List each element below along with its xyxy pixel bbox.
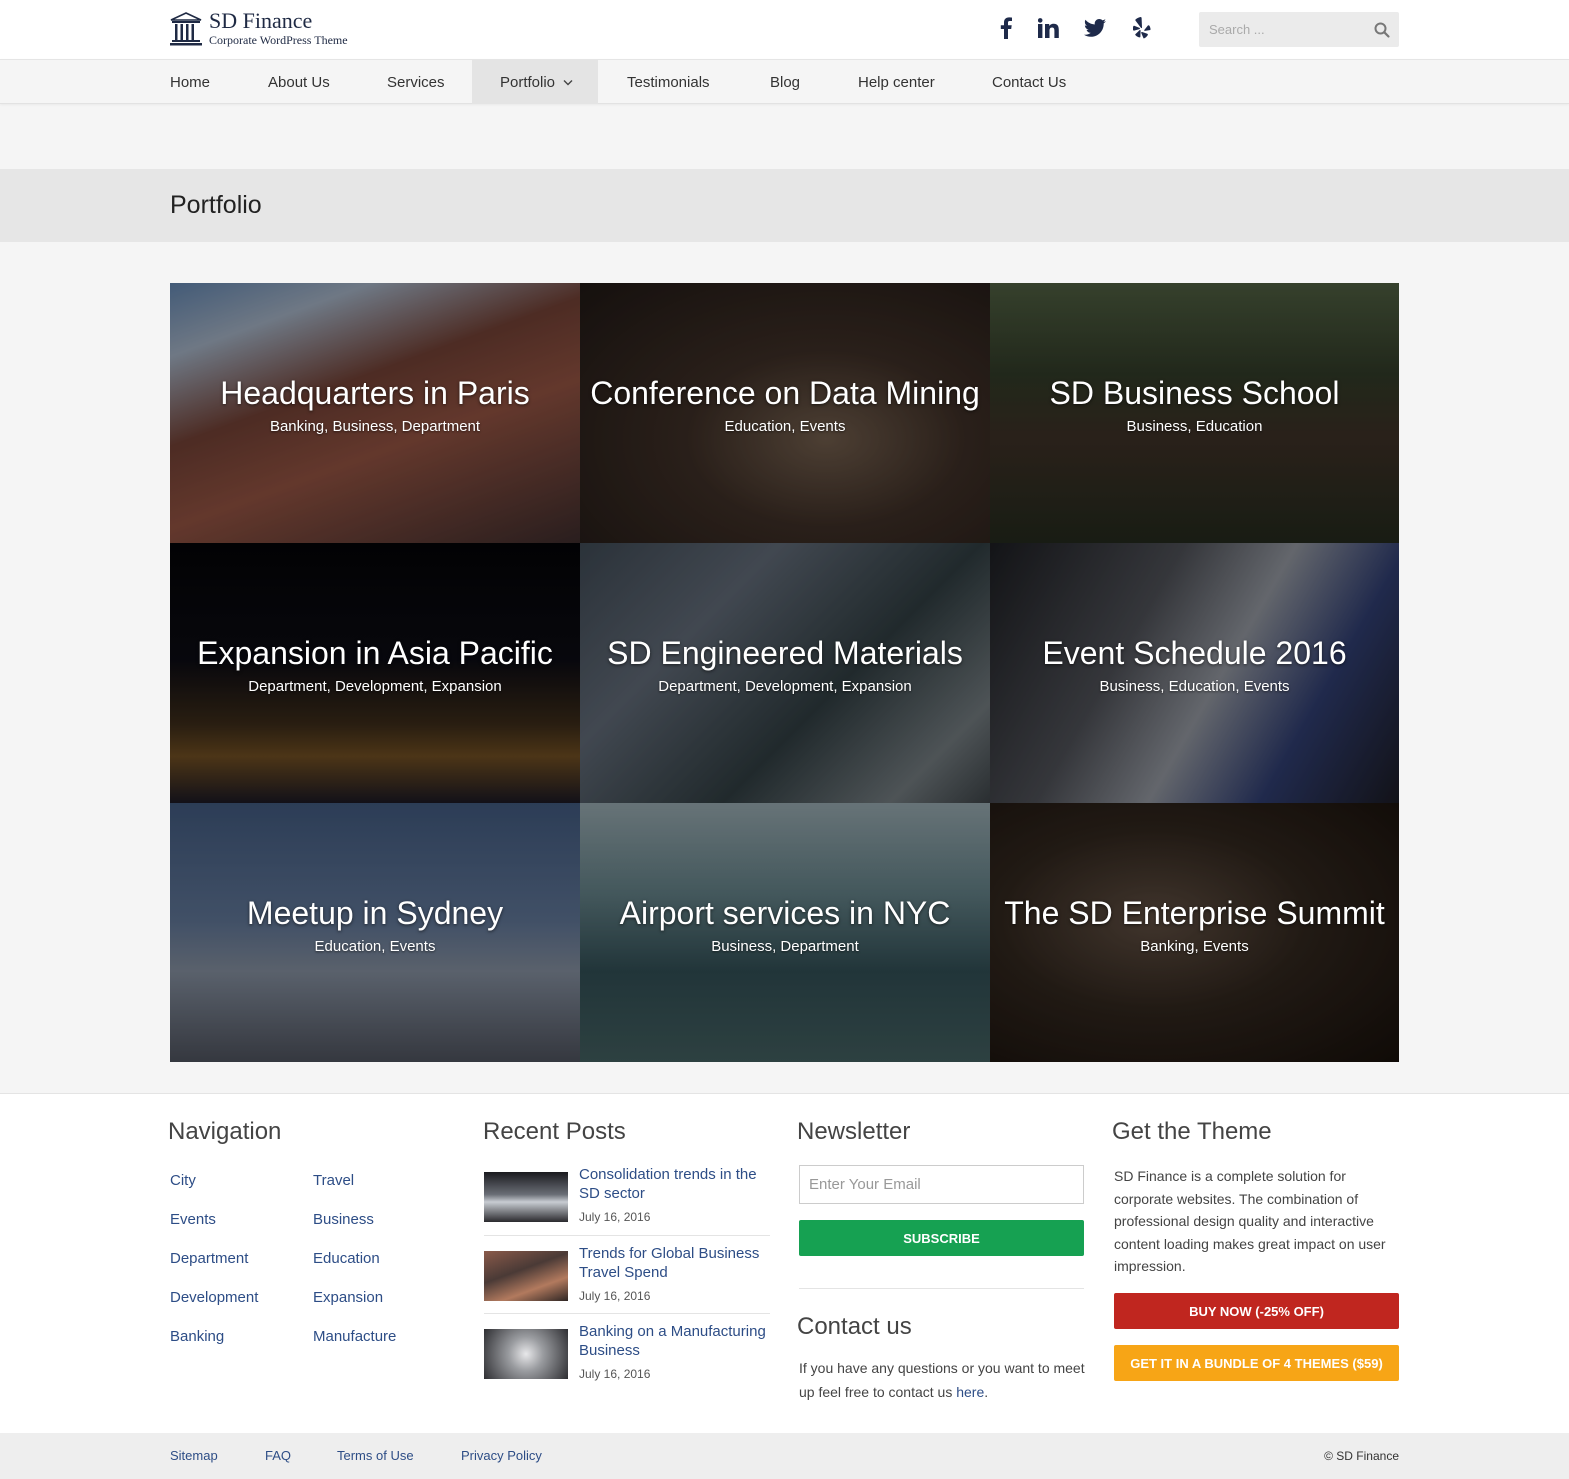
search-icon[interactable] <box>1373 21 1391 39</box>
nav-item-about-us[interactable]: About Us <box>268 60 330 104</box>
portfolio-item-title: The SD Enterprise Summit <box>1004 894 1385 931</box>
footer-link-travel[interactable]: Travel <box>313 1172 354 1189</box>
nav-item-services[interactable]: Services <box>387 60 445 104</box>
newsletter-divider <box>799 1288 1084 1289</box>
newsletter-email-input[interactable] <box>799 1165 1084 1204</box>
contact-widget-title: Contact us <box>797 1313 912 1340</box>
post-thumbnail[interactable] <box>484 1172 568 1222</box>
post-date: July 16, 2016 <box>579 1367 651 1381</box>
portfolio-item-title: Event Schedule 2016 <box>1042 635 1347 671</box>
buy-now-button[interactable]: BUY NOW (-25% OFF) <box>1114 1293 1399 1329</box>
footer-link-events[interactable]: Events <box>170 1211 216 1228</box>
copyright-text: © SD Finance <box>1324 1449 1399 1463</box>
privacy-policy-link[interactable]: Privacy Policy <box>461 1448 542 1463</box>
portfolio-item-categories: Business, Education, Events <box>1099 678 1290 695</box>
post-title[interactable]: Consolidation trends in the SD sector <box>579 1165 771 1203</box>
portfolio-item[interactable]: Meetup in Sydney Education, Events <box>170 803 580 1062</box>
footer-link-department[interactable]: Department <box>170 1250 248 1267</box>
post-date: July 16, 2016 <box>579 1210 651 1224</box>
nav-item-help-center[interactable]: Help center <box>858 60 935 104</box>
portfolio-item-categories: Department, Development, Expansion <box>248 678 502 695</box>
footer-link-banking[interactable]: Banking <box>170 1328 224 1345</box>
faq-link[interactable]: FAQ <box>265 1448 291 1463</box>
sitemap-link[interactable]: Sitemap <box>170 1448 218 1463</box>
post-thumbnail[interactable] <box>484 1251 568 1301</box>
nav-item-portfolio-label: Portfolio <box>500 73 556 91</box>
twitter-icon[interactable] <box>1083 16 1107 40</box>
footer-link-city[interactable]: City <box>170 1172 196 1189</box>
portfolio-item-title: Headquarters in Paris <box>220 375 530 411</box>
portfolio-item-categories: Banking, Business, Department <box>269 418 481 435</box>
contact-text-body: If you have any questions or you want to… <box>799 1360 1085 1400</box>
portfolio-item-categories: Department, Development, Expansion <box>658 678 912 695</box>
footer-link-development[interactable]: Development <box>170 1289 258 1306</box>
footer-link-expansion[interactable]: Expansion <box>313 1289 383 1306</box>
portfolio-item[interactable]: The SD Enterprise Summit Banking, Events <box>990 803 1399 1062</box>
bundle-button[interactable]: GET IT IN A BUNDLE OF 4 THEMES ($59) <box>1114 1345 1399 1381</box>
recent-post: Trends for Global Business Travel Spend … <box>484 1245 770 1317</box>
search-input[interactable] <box>1199 12 1364 47</box>
theme-widget-title: Get the Theme <box>1112 1118 1272 1145</box>
nav-item-testimonials[interactable]: Testimonials <box>627 60 710 104</box>
post-divider <box>484 1313 770 1314</box>
post-title[interactable]: Trends for Global Business Travel Spend <box>579 1244 771 1282</box>
portfolio-item-title: SD Business School <box>1049 375 1340 411</box>
newsletter-widget-title: Newsletter <box>797 1118 911 1145</box>
portfolio-item[interactable]: Event Schedule 2016 Business, Education,… <box>990 543 1399 803</box>
portfolio-item[interactable]: SD Business School Business, Education <box>990 283 1399 543</box>
portfolio-item-title: Expansion in Asia Pacific <box>197 635 553 671</box>
portfolio-item[interactable]: Conference on Data Mining Education, Eve… <box>580 283 990 543</box>
portfolio-item-title: Airport services in NYC <box>619 894 951 931</box>
portfolio-item[interactable]: SD Engineered Materials Department, Deve… <box>580 543 990 803</box>
theme-description: SD Finance is a complete solution for co… <box>1114 1168 1386 1274</box>
portfolio-item[interactable]: Airport services in NYC Business, Depart… <box>580 803 990 1062</box>
page-title: Portfolio <box>170 191 262 219</box>
chevron-down-icon <box>563 79 573 85</box>
portfolio-grid: Headquarters in Paris Banking, Business,… <box>170 283 1399 1062</box>
navigation-widget-title: Navigation <box>168 1118 282 1145</box>
site-tagline: Corporate WordPress Theme <box>209 33 348 47</box>
facebook-icon[interactable] <box>994 16 1018 40</box>
site-title: SD Finance <box>209 8 313 33</box>
portfolio-item-categories: Business, Education <box>1126 418 1263 435</box>
main-navigation: Home About Us Services Portfolio Testimo… <box>0 59 1569 104</box>
post-thumbnail[interactable] <box>484 1329 568 1379</box>
portfolio-item-title: Meetup in Sydney <box>246 894 504 931</box>
page-header: Portfolio <box>0 169 1569 242</box>
portfolio-item-title: SD Engineered Materials <box>607 635 963 671</box>
site-logo[interactable]: SD Finance Corporate WordPress Theme <box>170 10 348 47</box>
portfolio-item[interactable]: Headquarters in Paris Banking, Business,… <box>170 283 580 543</box>
recent-post: Consolidation trends in the SD sector Ju… <box>484 1166 770 1238</box>
contact-here-link[interactable]: here <box>956 1384 984 1400</box>
subscribe-button[interactable]: SUBSCRIBE <box>799 1220 1084 1256</box>
post-divider <box>484 1235 770 1236</box>
recent-posts-widget-title: Recent Posts <box>483 1118 626 1145</box>
nav-item-portfolio[interactable]: Portfolio <box>472 60 598 104</box>
post-title[interactable]: Banking on a Manufacturing Business <box>579 1322 771 1360</box>
yelp-icon[interactable] <box>1130 16 1154 40</box>
portfolio-item-categories: Banking, Events <box>1140 937 1249 955</box>
portfolio-item-categories: Education, Events <box>724 418 846 435</box>
footer-link-business[interactable]: Business <box>313 1211 374 1228</box>
bank-building-icon <box>170 11 202 45</box>
portfolio-item-title: Conference on Data Mining <box>590 375 980 411</box>
contact-text-end: . <box>984 1384 989 1400</box>
portfolio-item-categories: Business, Department <box>711 937 859 955</box>
top-header: SD Finance Corporate WordPress Theme <box>0 0 1569 59</box>
nav-item-blog[interactable]: Blog <box>770 60 800 104</box>
nav-item-contact-us[interactable]: Contact Us <box>992 60 1066 104</box>
search-box <box>1199 12 1399 47</box>
portfolio-item-categories: Education, Events <box>314 937 436 955</box>
footer-link-education[interactable]: Education <box>313 1250 380 1267</box>
contact-text: If you have any questions or you want to… <box>799 1356 1091 1404</box>
portfolio-item[interactable]: Expansion in Asia Pacific Department, De… <box>170 543 580 803</box>
post-date: July 16, 2016 <box>579 1289 651 1303</box>
linkedin-icon[interactable] <box>1036 16 1060 40</box>
nav-item-home[interactable]: Home <box>170 60 210 104</box>
recent-post: Banking on a Manufacturing Business July… <box>484 1323 770 1395</box>
footer-link-manufacture[interactable]: Manufacture <box>313 1328 396 1345</box>
terms-of-use-link[interactable]: Terms of Use <box>337 1448 414 1463</box>
